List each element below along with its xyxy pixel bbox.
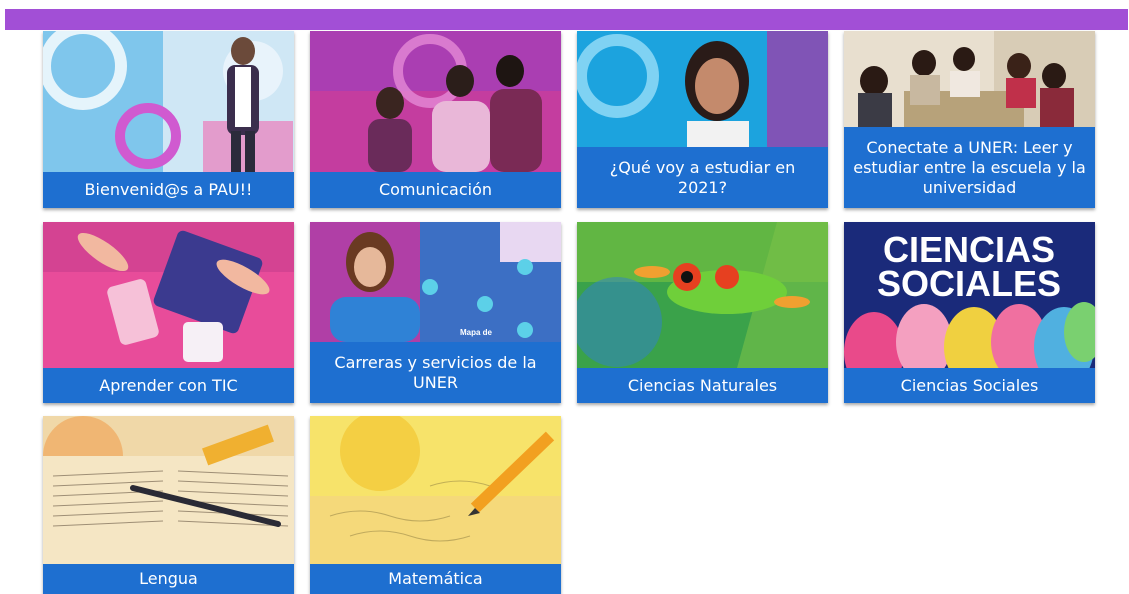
que-voy-a-estudiar-image — [577, 31, 828, 147]
conectate-image — [844, 31, 1095, 127]
card-caption: Conectate a UNER: Leer y estudiar entre … — [844, 127, 1095, 208]
card-caption: Aprender con TIC — [43, 368, 294, 403]
course-card-que-voy-a-estudiar[interactable]: ¿Qué voy a estudiar en 2021? — [577, 31, 828, 208]
card-caption: Comunicación — [310, 172, 561, 208]
card-caption: ¿Qué voy a estudiar en 2021? — [577, 147, 828, 208]
ciencias-naturales-image — [577, 222, 828, 368]
course-card-lengua[interactable]: Lengua — [43, 416, 294, 594]
card-caption: Lengua — [43, 564, 294, 594]
card-caption: Ciencias Sociales — [844, 368, 1095, 403]
aprender-con-tic-image — [43, 222, 294, 368]
card-caption: Carreras y servicios de la UNER — [310, 342, 561, 403]
card-caption: Ciencias Naturales — [577, 368, 828, 403]
course-card-ciencias-sociales[interactable]: CIENCIAS SOCIALES Ciencias Sociales — [844, 222, 1095, 403]
top-banner-bar — [5, 9, 1128, 30]
ciencias-sociales-image: CIENCIAS SOCIALES — [844, 222, 1095, 368]
card-caption: Matemática — [310, 564, 561, 594]
bienvenidos-image — [43, 31, 294, 172]
course-card-comunicacion[interactable]: Comunicación — [310, 31, 561, 208]
comunicacion-image — [310, 31, 561, 172]
course-card-conectate-a-uner[interactable]: Conectate a UNER: Leer y estudiar entre … — [844, 31, 1095, 208]
ciencias-image-line2: SOCIALES — [877, 263, 1061, 304]
map-label: Mapa de — [460, 328, 493, 337]
card-caption: Bienvenid@s a PAU!! — [43, 172, 294, 208]
matematica-image — [310, 416, 561, 564]
lengua-image — [43, 416, 294, 564]
course-card-carreras-y-servicios[interactable]: Mapa de Carreras y servicios de la UNER — [310, 222, 561, 403]
course-card-bienvenidos[interactable]: Bienvenid@s a PAU!! — [43, 31, 294, 208]
course-card-aprender-con-tic[interactable]: Aprender con TIC — [43, 222, 294, 403]
carreras-image: Mapa de — [310, 222, 561, 342]
course-card-ciencias-naturales[interactable]: Ciencias Naturales — [577, 222, 828, 403]
course-card-matematica[interactable]: Matemática — [310, 416, 561, 594]
